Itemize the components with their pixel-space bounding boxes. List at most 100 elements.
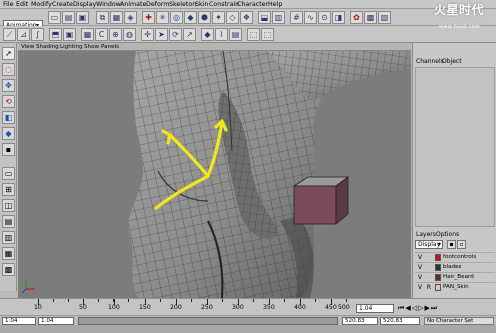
start-time-field[interactable]: 1.04 [2, 317, 36, 325]
layer-color-swatch[interactable] [435, 264, 441, 271]
snap-point-icon[interactable]: ⊙ [318, 11, 331, 24]
select-tool-icon[interactable]: ➚ [2, 47, 15, 60]
snap-grid-icon[interactable]: # [290, 11, 303, 24]
point-constraint-icon[interactable]: ✛ [141, 28, 154, 41]
tab-object[interactable]: Object [442, 57, 462, 66]
smooth-bind-icon[interactable]: ⬒ [49, 28, 62, 41]
menu-edit[interactable]: Edit [16, 0, 28, 9]
layer-type-dropdown[interactable]: Display ▾ [415, 240, 443, 249]
new-layer-selected-icon[interactable]: ▫ [457, 240, 466, 249]
ipr-render-icon[interactable]: ▩ [364, 11, 377, 24]
time-slider[interactable]: 10 50 100 150 200 250 300 350 400 450 50… [0, 298, 496, 315]
time-ruler[interactable]: 10 50 100 150 200 250 300 350 400 450 50… [18, 299, 358, 316]
menu-constrain[interactable]: Constrain [209, 0, 239, 9]
menu-skeleton[interactable]: Skeleton [169, 0, 196, 9]
layer-visibility-toggle[interactable]: V [416, 283, 424, 292]
layer-display-type-toggle[interactable] [425, 273, 433, 282]
aim-constraint-icon[interactable]: ➤ [155, 28, 168, 41]
menu-window[interactable]: Window [96, 0, 121, 9]
range-slider-bar[interactable] [78, 317, 338, 325]
menu-deform[interactable]: Deform [146, 0, 169, 9]
rigid-bind-icon[interactable]: ▣ [63, 28, 76, 41]
command-line[interactable] [0, 325, 496, 333]
playback-end-field[interactable]: 520.83 [342, 317, 378, 325]
layer-visibility-toggle[interactable]: V [416, 273, 424, 282]
panel-menu-panels[interactable]: Panels [101, 43, 119, 51]
render-icon[interactable]: ✿ [350, 11, 363, 24]
open-scene-icon[interactable]: ▤ [62, 11, 75, 24]
layer-color-swatch[interactable] [435, 274, 441, 281]
scale-tool-icon[interactable]: ◧ [2, 111, 15, 124]
new-scene-icon[interactable]: ▭ [48, 11, 61, 24]
layout-single-icon[interactable]: ▭ [2, 167, 15, 180]
menu-character[interactable]: Character [237, 0, 268, 9]
select-component-icon[interactable]: ◈ [124, 11, 137, 24]
graph-editor-icon[interactable]: ⌇ [215, 28, 228, 41]
menu-display[interactable]: Display [73, 0, 96, 9]
go-to-end-icon[interactable]: ⏭ [431, 304, 438, 312]
last-tool-icon[interactable]: ▪ [2, 143, 15, 156]
render-settings-icon[interactable]: ▧ [378, 11, 391, 24]
panel-menu-lighting[interactable]: Lighting [60, 43, 83, 51]
menu-animate[interactable]: Animate [120, 0, 146, 9]
layer-visibility-toggle[interactable]: V [416, 263, 424, 272]
lattice-icon[interactable]: ▦ [81, 28, 94, 41]
rotate-tool-icon[interactable]: ⟲ [2, 95, 15, 108]
menu-file[interactable]: File [3, 0, 14, 9]
shelf-tool-icon[interactable]: ⬚ [247, 28, 260, 41]
pole-vector-icon[interactable]: ↗ [183, 28, 196, 41]
mask-curves-icon[interactable]: ◎ [170, 11, 183, 24]
playback-start-field[interactable]: 1.04 [38, 317, 74, 325]
layer-display-type-toggle[interactable] [425, 263, 433, 272]
layer-row[interactable]: V R PAN_Skin [415, 282, 495, 293]
orient-constraint-icon[interactable]: ⟳ [169, 28, 182, 41]
menu-create[interactable]: Create [52, 0, 73, 9]
mask-handles-icon[interactable]: ✚ [142, 11, 155, 24]
manipulator-tool-icon[interactable]: ◆ [2, 127, 15, 140]
current-frame-field[interactable]: 1.04 [356, 304, 394, 313]
mask-joints-icon[interactable]: ✳ [156, 11, 169, 24]
mask-dynamics-icon[interactable]: ✦ [212, 11, 225, 24]
playback-controls[interactable]: ⏮◀◁▷▶⏭ [398, 303, 494, 313]
layer-display-type-toggle[interactable] [425, 253, 433, 262]
layout-graph-icon[interactable]: ▥ [2, 231, 15, 244]
mask-deformations-icon[interactable]: ⬢ [198, 11, 211, 24]
set-key-icon[interactable]: ◆ [201, 28, 214, 41]
end-time-field[interactable]: 520.83 [380, 317, 420, 325]
snap-curve-icon[interactable]: ∿ [304, 11, 317, 24]
ik-handle-icon[interactable]: ⊿ [17, 28, 30, 41]
wrap-icon[interactable]: ◍ [123, 28, 136, 41]
layer-display-type-toggle[interactable]: R [425, 283, 433, 292]
new-layer-icon[interactable]: ▪ [447, 240, 456, 249]
select-hierarchy-icon[interactable]: ⧉ [96, 11, 109, 24]
panel-menu-show[interactable]: Show [84, 43, 99, 51]
channel-list[interactable] [415, 67, 495, 227]
joint-tool-icon[interactable]: ⟋ [3, 28, 16, 41]
reference-cube[interactable] [292, 176, 350, 225]
select-object-icon[interactable]: ▦ [110, 11, 123, 24]
mask-surfaces-icon[interactable]: ◆ [184, 11, 197, 24]
snap-view-plane-icon[interactable]: ◨ [332, 11, 345, 24]
dope-sheet-icon[interactable]: ▤ [229, 28, 242, 41]
layout-outliner-icon[interactable]: ▤ [2, 215, 15, 228]
move-tool-icon[interactable]: ✥ [2, 79, 15, 92]
shelf-tool-2-icon[interactable]: ⬚ [261, 28, 274, 41]
panel-menu-shading[interactable]: Shading [36, 43, 59, 51]
save-scene-icon[interactable]: ▣ [76, 11, 89, 24]
layout-hypergraph-icon[interactable]: ▦ [2, 247, 15, 260]
tab-channels[interactable]: Channels [416, 57, 444, 66]
lock-selection-icon[interactable]: ⬓ [258, 11, 271, 24]
menu-modify[interactable]: Modify [31, 0, 52, 9]
layer-color-swatch[interactable] [435, 284, 441, 291]
lasso-tool-icon[interactable]: ◌ [2, 63, 15, 76]
mask-rendering-icon[interactable]: ◇ [226, 11, 239, 24]
tab-options[interactable]: Options [436, 230, 459, 239]
layout-render-icon[interactable]: ▩ [2, 263, 15, 276]
layer-visibility-toggle[interactable]: V [416, 253, 424, 262]
layout-side-icon[interactable]: ◫ [2, 199, 15, 212]
menu-skin[interactable]: Skin [195, 0, 208, 9]
highlight-selection-icon[interactable]: ▥ [272, 11, 285, 24]
cluster-icon[interactable]: C [95, 28, 108, 41]
perspective-viewport[interactable]: View Shading Lighting Show Panels [18, 43, 411, 298]
menu-help[interactable]: Help [268, 0, 282, 9]
